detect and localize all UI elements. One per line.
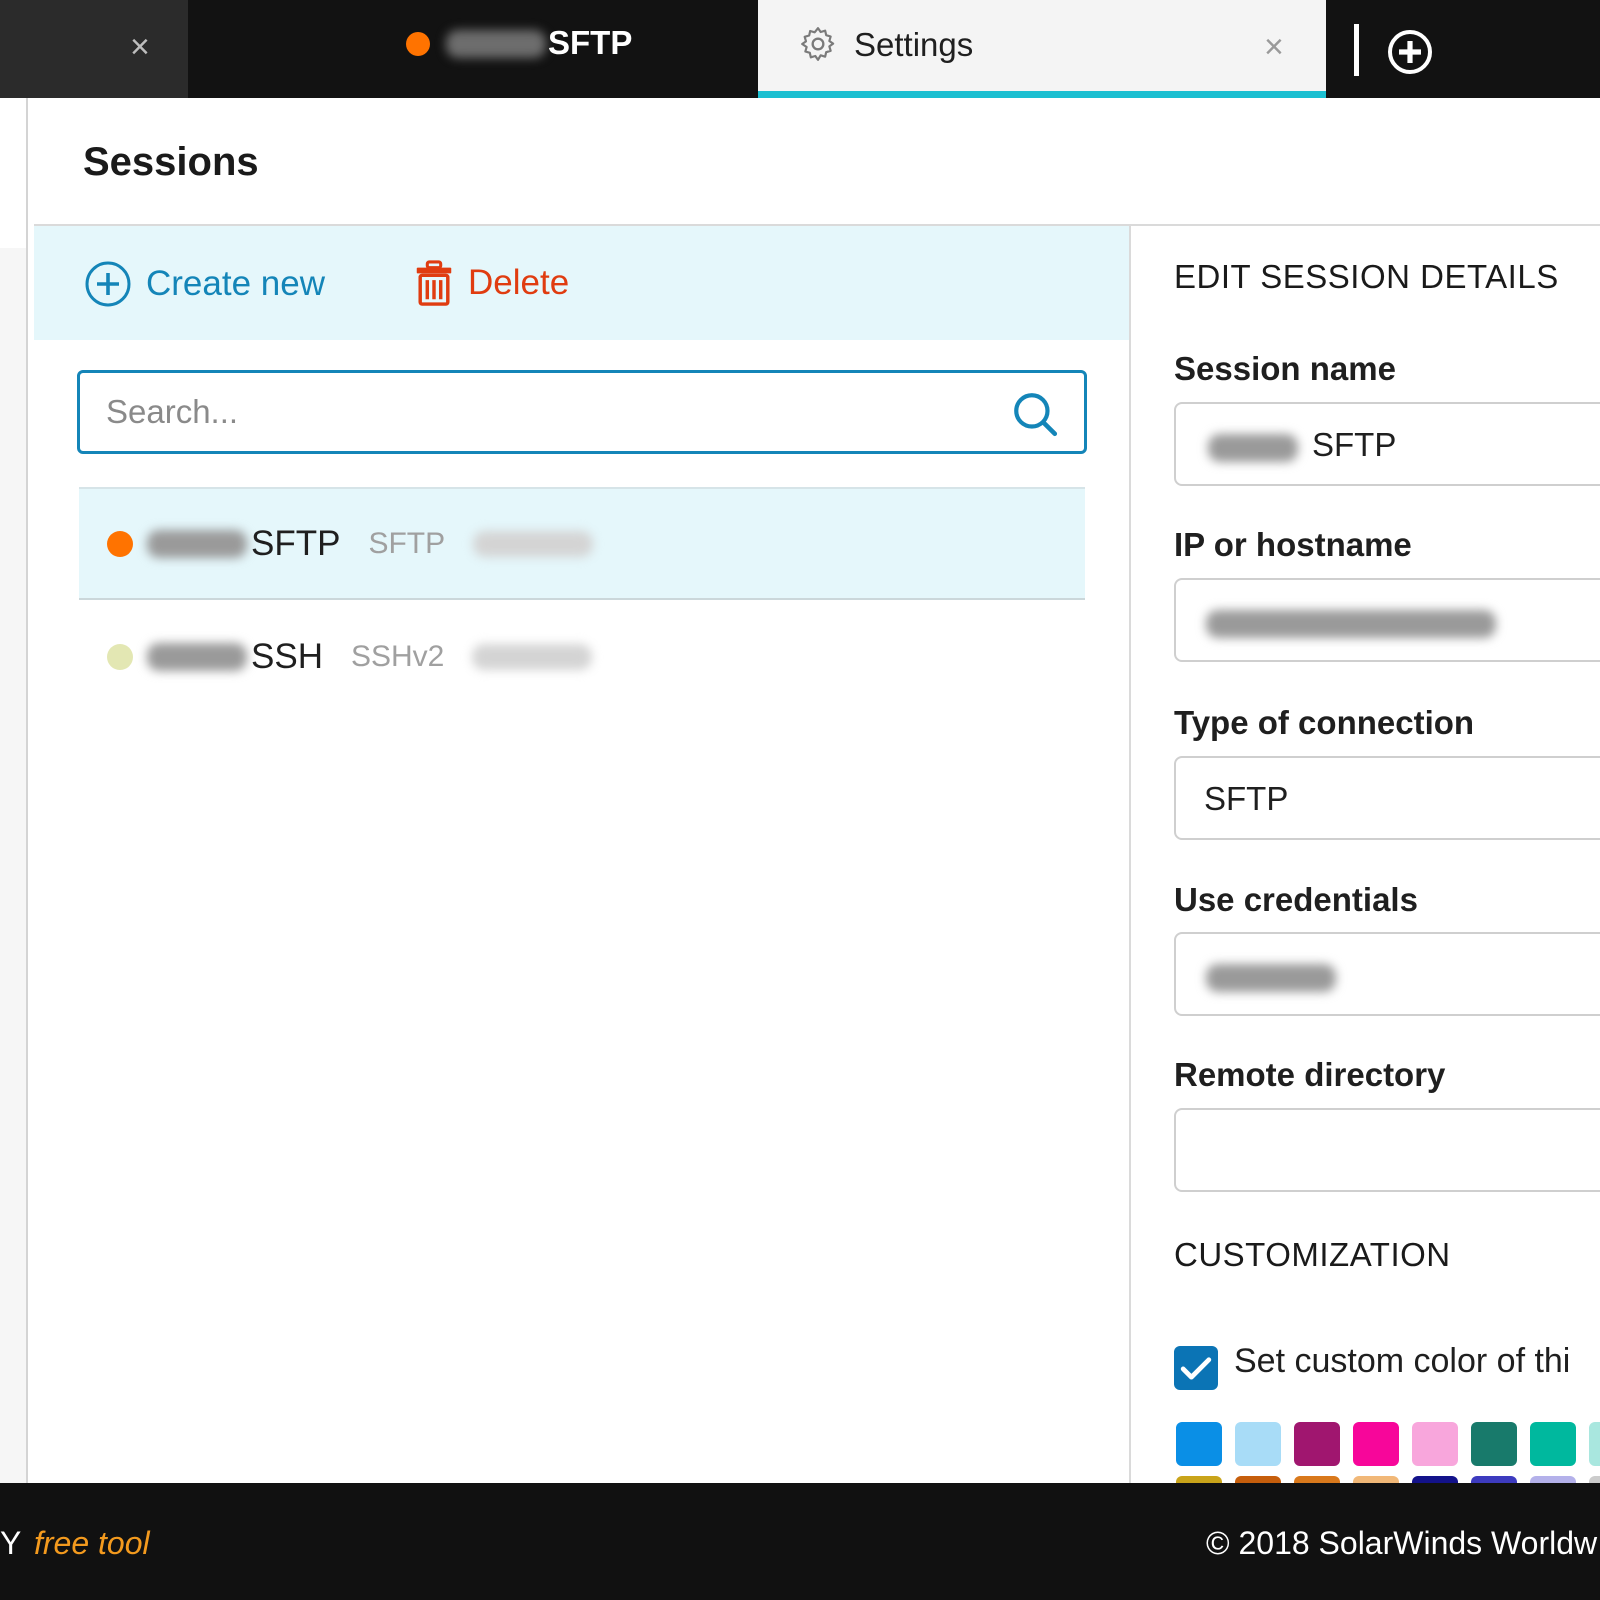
search-icon[interactable] <box>1010 389 1060 439</box>
delete-label: Delete <box>468 263 570 302</box>
tab-label: SFTP <box>548 24 633 61</box>
remote-directory-field[interactable] <box>1174 1108 1600 1192</box>
status-dot <box>107 643 133 670</box>
gear-icon <box>801 27 835 61</box>
color-swatch[interactable] <box>1235 1422 1281 1466</box>
host-field[interactable] <box>1174 578 1600 662</box>
tab-bar: × SFTP Settings × <box>0 0 1600 98</box>
redacted-text <box>1206 610 1496 638</box>
color-swatch[interactable] <box>1294 1422 1340 1466</box>
redacted-text <box>446 30 546 58</box>
color-swatch[interactable] <box>1589 1422 1600 1466</box>
credentials-label: Use credentials <box>1174 881 1418 918</box>
footer-brand: Y <box>0 1525 22 1561</box>
session-name-field[interactable]: SFTP <box>1174 402 1600 486</box>
footer: Y free tool © 2018 SolarWinds Worldw <box>0 1483 1600 1600</box>
redacted-text <box>473 530 594 557</box>
color-swatch[interactable] <box>1235 1476 1281 1483</box>
trash-icon <box>416 260 452 306</box>
session-list: SFTP SFTP SSH SSHv2 <box>79 487 1085 713</box>
color-swatch[interactable] <box>1176 1422 1222 1466</box>
create-new-label: Create new <box>146 264 325 303</box>
color-swatch[interactable] <box>1412 1476 1458 1483</box>
create-new-button[interactable]: Create new <box>84 260 325 308</box>
session-name-value: SFTP <box>1312 426 1397 463</box>
color-swatch[interactable] <box>1176 1476 1222 1483</box>
session-protocol: SSHv2 <box>350 639 445 673</box>
list-item[interactable]: SSH SSHv2 <box>79 600 1085 713</box>
plus-circle-icon[interactable] <box>1386 28 1434 76</box>
panel-divider <box>1129 226 1131 1483</box>
search-input[interactable] <box>106 389 986 435</box>
edit-session-panel: EDIT SESSION DETAILS Session name SFTP I… <box>1174 226 1600 1483</box>
delete-button[interactable]: Delete <box>414 260 569 306</box>
section-title: EDIT SESSION DETAILS <box>1174 258 1559 295</box>
color-swatch[interactable] <box>1530 1422 1576 1466</box>
color-swatch[interactable] <box>1353 1476 1399 1483</box>
customization-title: CUSTOMIZATION <box>1174 1236 1451 1273</box>
color-swatch[interactable] <box>1471 1476 1517 1483</box>
color-swatch[interactable] <box>1471 1422 1517 1466</box>
left-panel-shade <box>0 248 26 1483</box>
session-name: SFTP <box>251 523 341 563</box>
redacted-text <box>1206 964 1336 992</box>
color-swatch[interactable] <box>1589 1476 1600 1483</box>
redacted-text <box>147 642 247 671</box>
close-icon[interactable]: × <box>1264 30 1284 64</box>
tab-previous[interactable]: × <box>0 0 188 98</box>
custom-color-label: Set custom color of thi <box>1234 1342 1571 1380</box>
color-swatch[interactable] <box>1412 1422 1458 1466</box>
app-window: × SFTP Settings × Sessions Create new De… <box>0 0 1600 1600</box>
color-swatches <box>1176 1422 1600 1483</box>
custom-color-checkbox[interactable] <box>1174 1346 1218 1390</box>
checkmark-icon <box>1180 1357 1212 1380</box>
color-swatch[interactable] <box>1353 1422 1399 1466</box>
free-tool-label: free tool <box>34 1525 150 1561</box>
tab-settings[interactable]: Settings × <box>758 0 1326 98</box>
plus-circle-icon <box>85 261 131 307</box>
color-swatch[interactable] <box>1530 1476 1576 1483</box>
redacted-text <box>1208 434 1298 462</box>
color-swatch[interactable] <box>1294 1476 1340 1483</box>
redacted-text <box>147 529 247 558</box>
remote-directory-label: Remote directory <box>1174 1056 1446 1093</box>
copyright: © 2018 SolarWinds Worldw <box>1206 1525 1598 1561</box>
credentials-select[interactable] <box>1174 932 1600 1016</box>
connection-type-value: SFTP <box>1204 780 1289 817</box>
left-panel-edge <box>0 98 28 1483</box>
session-protocol: SFTP <box>368 526 446 560</box>
session-name: SSH <box>251 636 323 676</box>
session-name-label: Session name <box>1174 350 1396 387</box>
close-icon[interactable]: × <box>130 30 150 64</box>
list-item[interactable]: SFTP SFTP <box>79 487 1085 600</box>
sessions-toolbar: Create new Delete <box>34 226 1130 340</box>
tab-sftp-session[interactable]: SFTP <box>188 0 758 98</box>
redacted-text <box>472 643 593 670</box>
page-title: Sessions <box>83 140 259 184</box>
status-dot <box>406 32 430 56</box>
status-dot <box>107 530 133 557</box>
tab-separator <box>1354 24 1359 76</box>
tab-label: Settings <box>854 26 974 63</box>
connection-type-select[interactable]: SFTP <box>1174 756 1600 840</box>
search-box <box>77 370 1087 454</box>
host-label: IP or hostname <box>1174 526 1412 563</box>
connection-type-label: Type of connection <box>1174 704 1475 741</box>
